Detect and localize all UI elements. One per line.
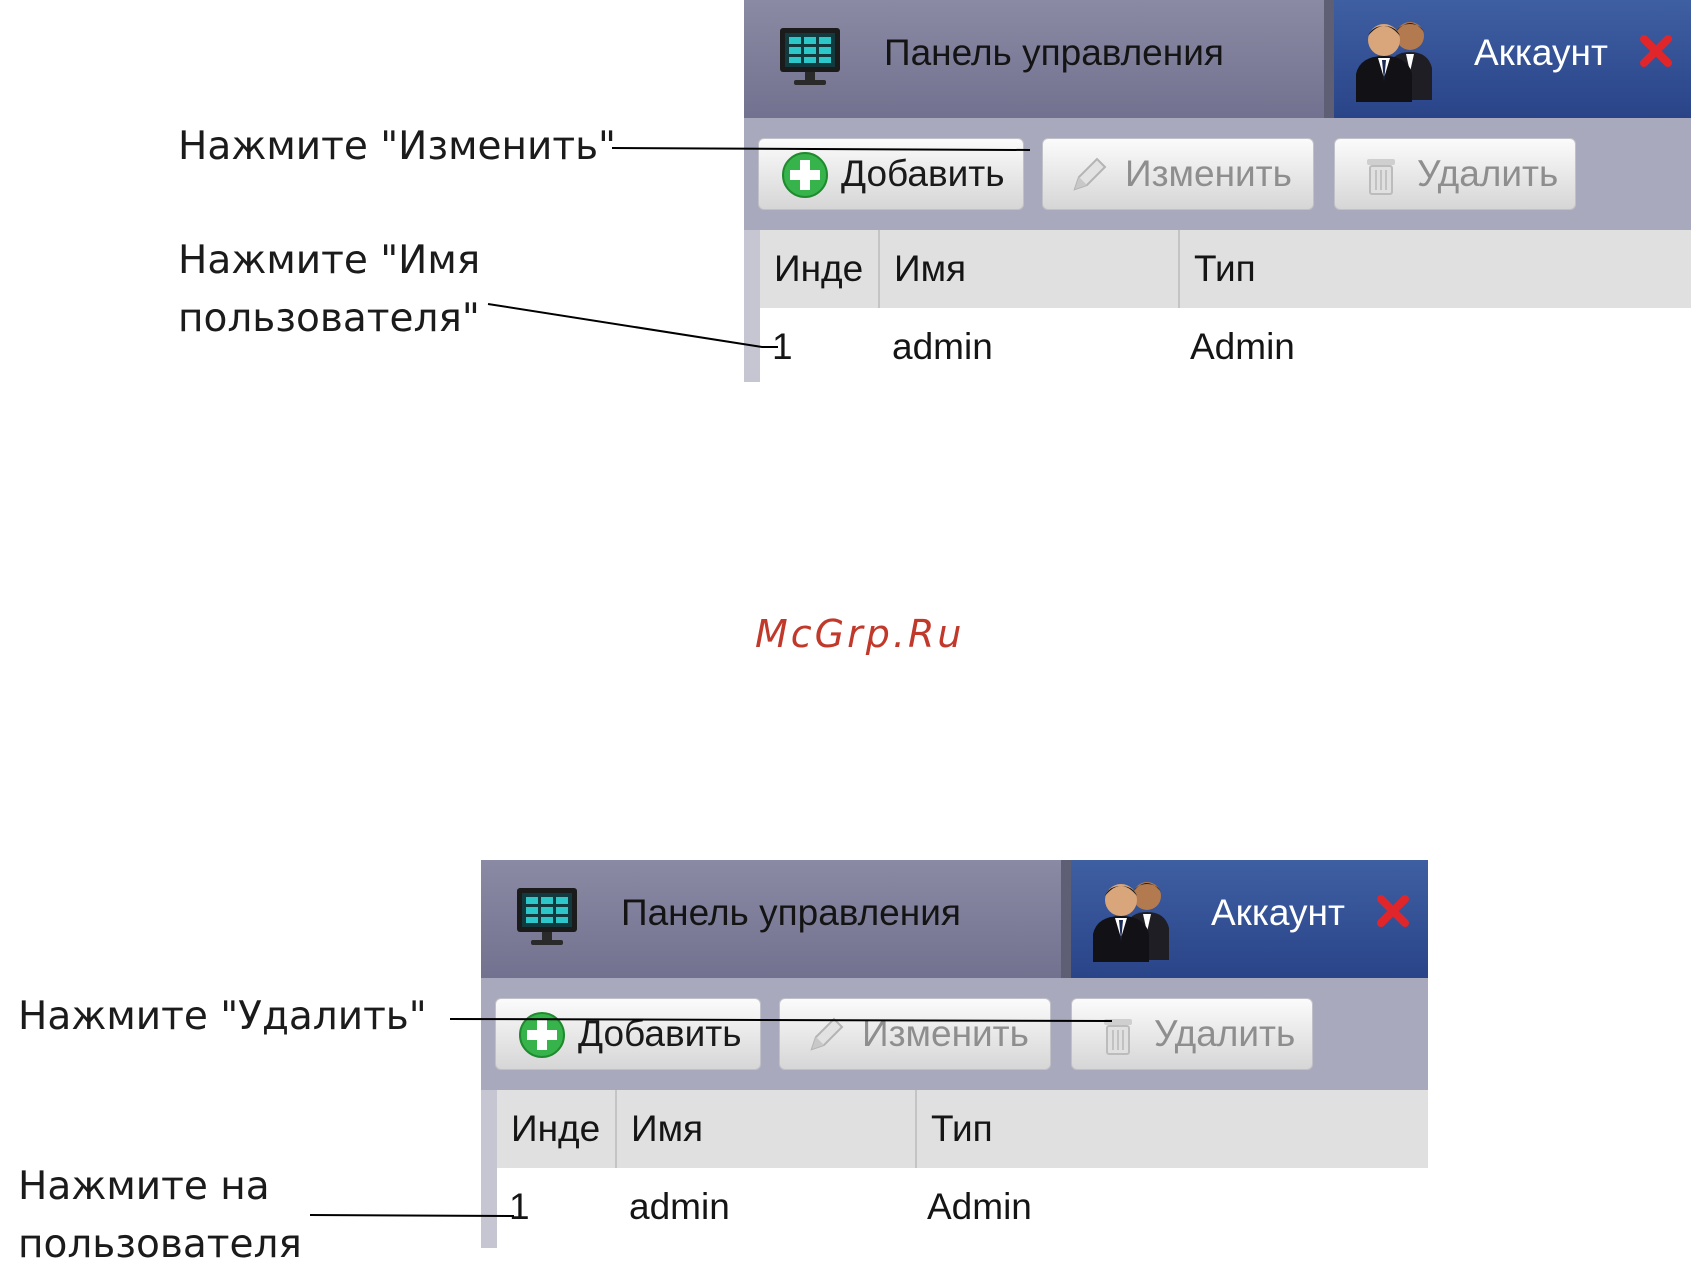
annotation-click-edit-text: Нажмите "Изменить" [178, 124, 616, 169]
annotation-click-username-line1: Нажмите "Имя [178, 238, 481, 283]
watermark: McGrp.Ru [755, 612, 965, 656]
leader-line-username [487, 303, 778, 348]
leader-line-edit [611, 147, 1031, 151]
annotation-click-delete: Нажмите "Удалить" [18, 988, 427, 1046]
annotation-click-delete-text: Нажмите "Удалить" [18, 994, 427, 1039]
annotation-click-user-line1: Нажмите на [18, 1164, 270, 1209]
annotation-click-edit: Нажмите "Изменить" [178, 118, 616, 176]
annotation-click-user-line2: пользователя [18, 1222, 302, 1267]
leader-line-user [309, 1214, 515, 1217]
annotation-click-user: Нажмите на пользователя [18, 1158, 302, 1274]
annotation-click-username-line2: пользователя" [178, 296, 480, 341]
annotation-click-username: Нажмите "Имя пользователя" [178, 232, 480, 348]
leader-line-delete [449, 1018, 1113, 1022]
